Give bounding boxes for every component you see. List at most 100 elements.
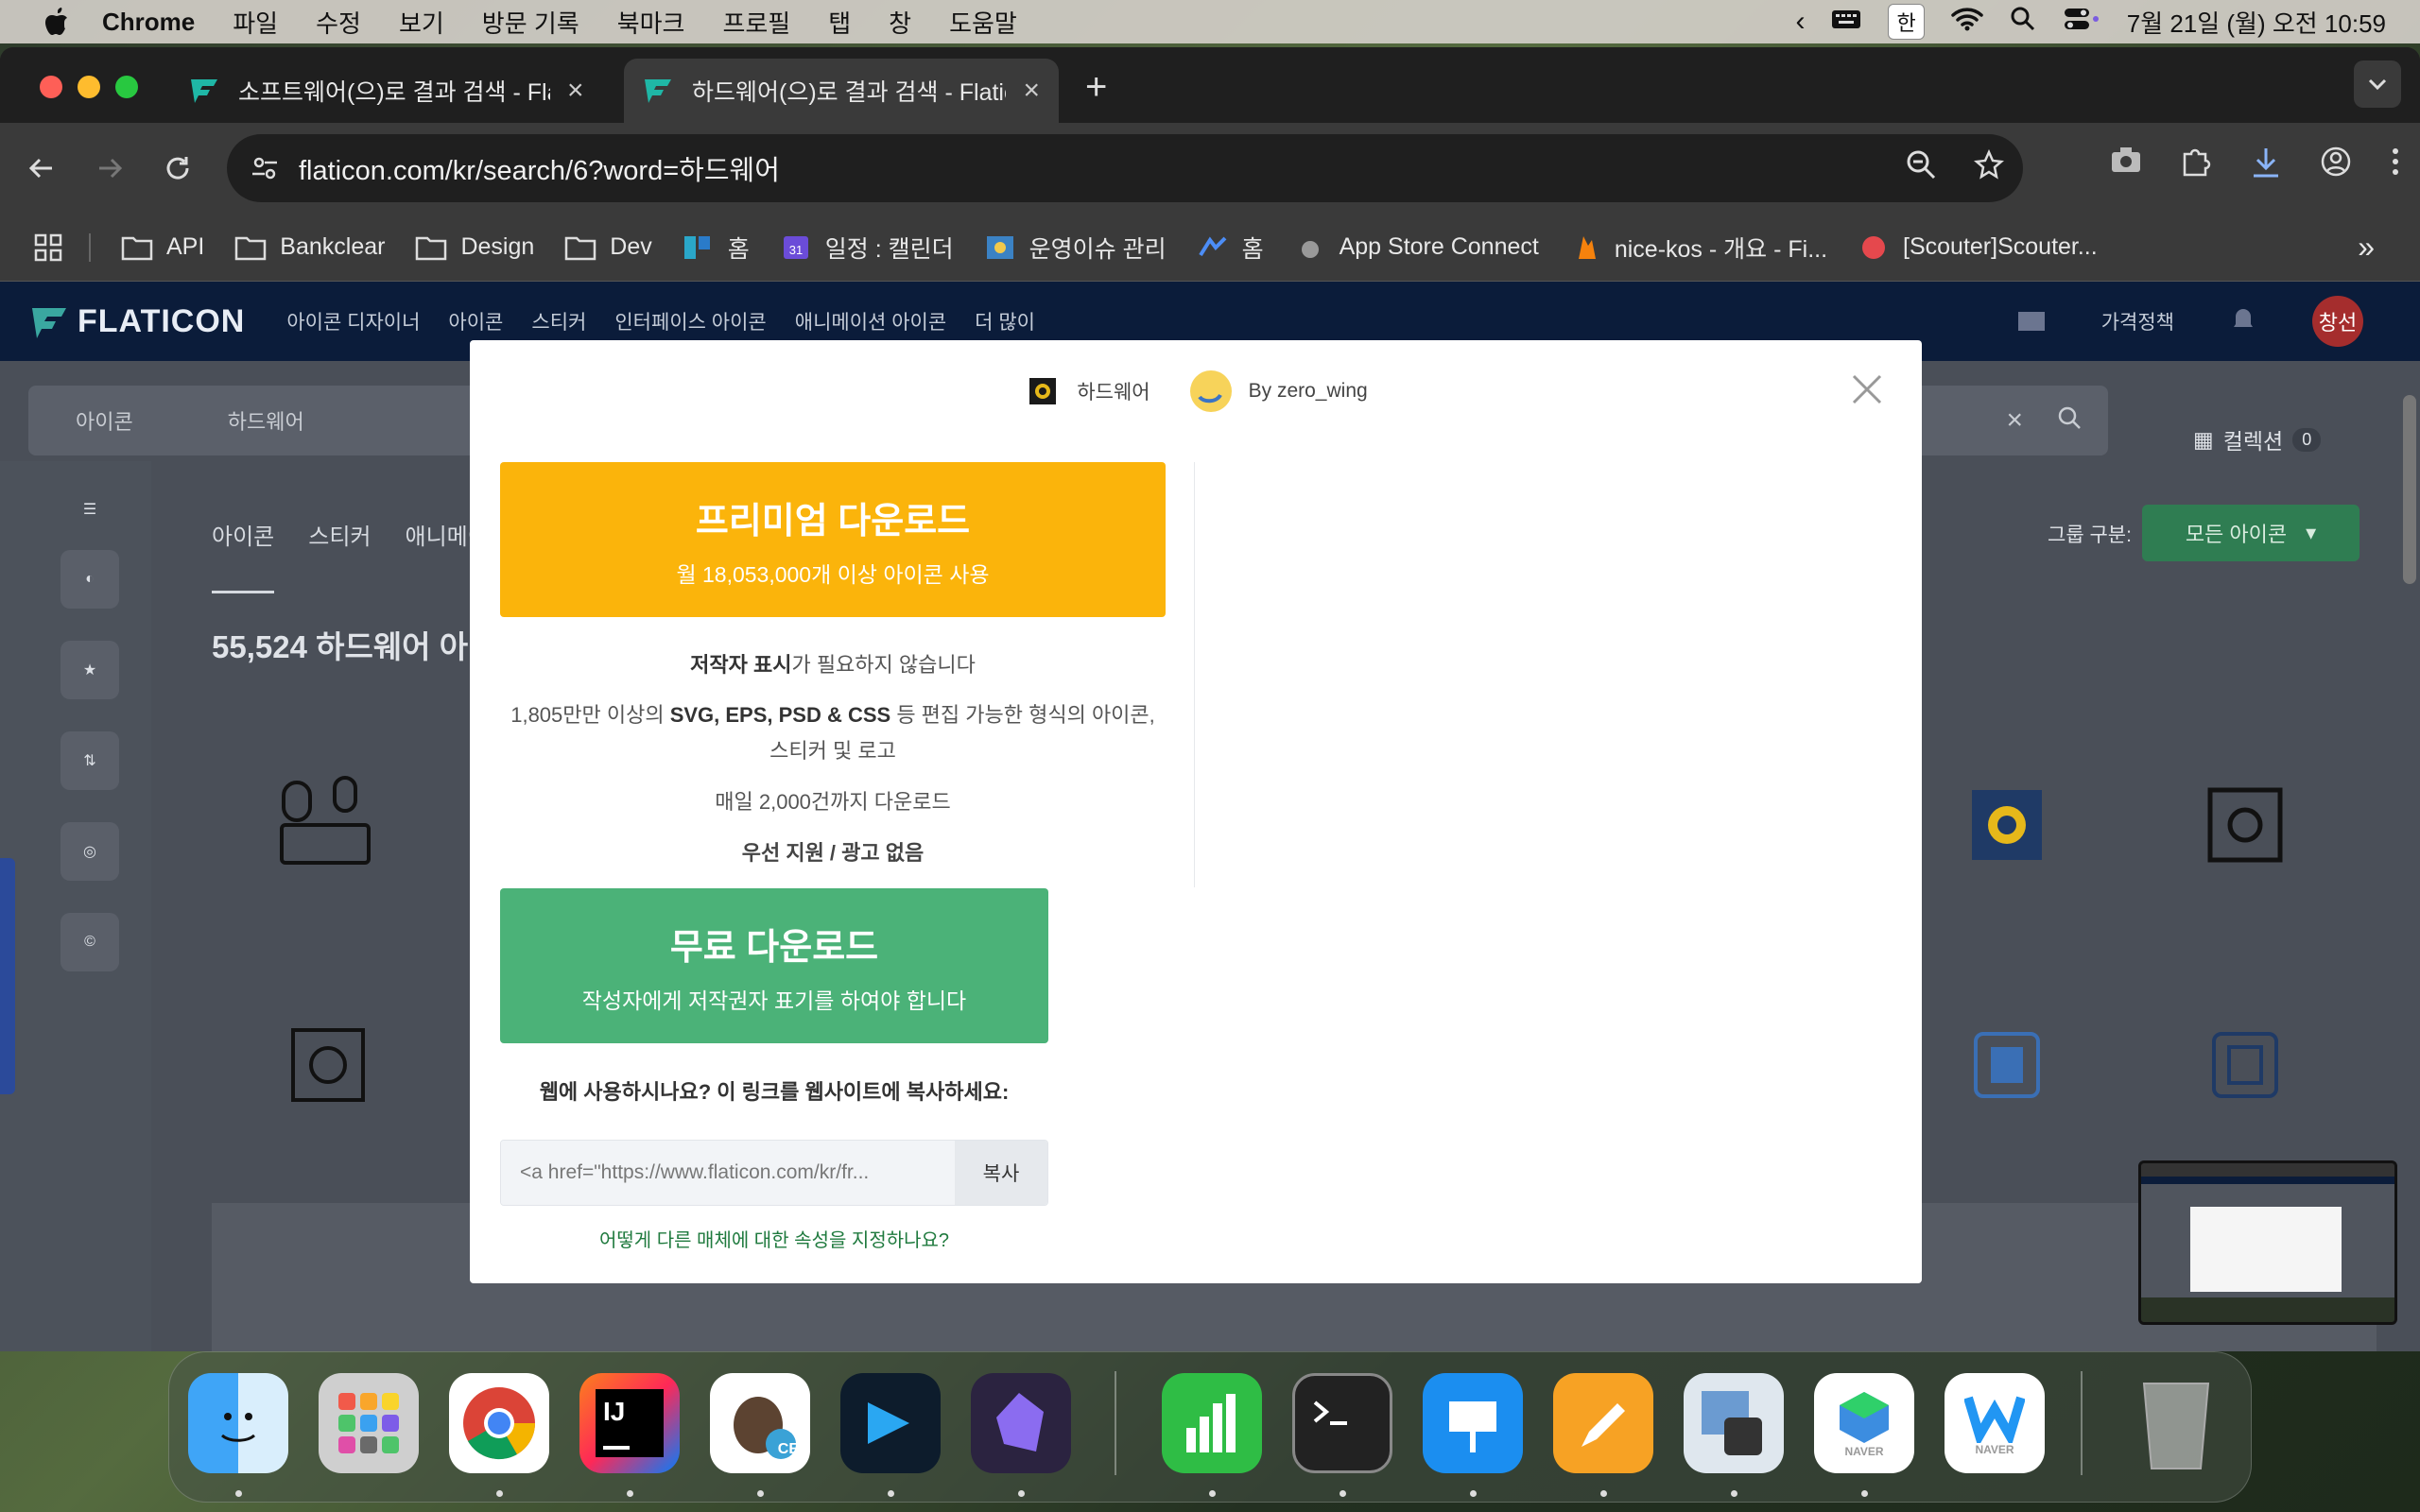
copy-button[interactable]: 복사	[955, 1141, 1047, 1205]
menu-profile[interactable]: 프로필	[722, 5, 790, 40]
bookmark-folder-api[interactable]: API	[121, 233, 204, 261]
license-icon[interactable]: ©	[60, 913, 119, 971]
all-icons-dropdown[interactable]: 모든 아이콘 ▾	[2142, 505, 2360, 561]
chrome-menu-icon[interactable]	[2390, 146, 2401, 184]
nav-interface-icons[interactable]: 인터페이스 아이콘	[614, 307, 766, 335]
close-window-button[interactable]	[40, 76, 62, 98]
bookmark-folder-bankclear[interactable]: Bankclear	[234, 233, 385, 261]
premium-download-button[interactable]: 프리미엄 다운로드 월 18,053,000개 이상 아이콘 사용	[500, 462, 1166, 617]
bookmark-star-icon[interactable]	[1974, 148, 2004, 187]
author-info[interactable]: By zero_wing	[1188, 369, 1368, 414]
naver-works-icon[interactable]: NAVER	[1945, 1373, 2045, 1473]
palette-icon[interactable]: ◐	[60, 550, 119, 609]
nav-more[interactable]: 더 많이	[975, 307, 1035, 335]
chip-file-icon[interactable]	[2193, 1013, 2297, 1117]
bookmark-calendar[interactable]: 31 일정 : 캘린더	[780, 231, 954, 265]
nav-icons[interactable]: 아이콘	[448, 307, 503, 335]
screenshot-camera-icon[interactable]	[2110, 146, 2142, 184]
collections-button[interactable]: ▦ 컬렉션 0	[2193, 423, 2322, 455]
tab-stickers[interactable]: 스티커	[308, 518, 371, 593]
keynote-icon[interactable]	[1423, 1373, 1523, 1473]
back-button[interactable]	[19, 146, 64, 191]
bookmark-app-store-connect[interactable]: App Store Connect	[1294, 233, 1539, 261]
reload-button[interactable]	[155, 146, 200, 191]
spotlight-search-icon[interactable]	[2010, 6, 2036, 39]
cpu-gear-icon[interactable]	[276, 1013, 380, 1117]
flaticon-logo[interactable]: FLATICON	[30, 303, 245, 340]
minimize-window-button[interactable]	[78, 76, 100, 98]
clear-search-icon[interactable]: ×	[2006, 404, 2023, 437]
cpu-chip-icon[interactable]	[1955, 773, 2059, 877]
chevron-left-icon[interactable]: ‹	[1795, 6, 1805, 38]
menu-window[interactable]: 창	[889, 5, 911, 40]
sort-icon[interactable]: ⇅	[60, 731, 119, 790]
chrome-icon[interactable]	[449, 1373, 549, 1473]
screenshot-thumbnail[interactable]	[2138, 1160, 2397, 1325]
nav-pricing[interactable]: 가격정책	[2101, 307, 2174, 335]
tab-icons[interactable]: 아이콘	[212, 518, 275, 593]
menu-file[interactable]: 파일	[233, 5, 278, 40]
menu-edit[interactable]: 수정	[316, 5, 361, 40]
filters-icon[interactable]: ☰	[60, 480, 119, 539]
naver-whale-icon[interactable]: NAVER	[1814, 1373, 1914, 1473]
bell-icon[interactable]	[2231, 305, 2256, 337]
cpu-settings-icon[interactable]	[2193, 773, 2297, 877]
free-download-button[interactable]: 무료 다운로드 작성자에게 저작권자 표기를 하여야 합니다	[500, 888, 1048, 1043]
keyboard-icon[interactable]	[1831, 8, 1861, 37]
wifi-icon[interactable]	[1950, 7, 1983, 38]
shape-icon[interactable]: ◎	[60, 822, 119, 881]
attribution-link-field[interactable]	[501, 1141, 955, 1205]
new-tab-button[interactable]: +	[1085, 66, 1107, 109]
chip-document-icon[interactable]	[1955, 1013, 2059, 1117]
profile-icon[interactable]	[2320, 146, 2352, 184]
prompt-icon[interactable]	[840, 1373, 941, 1473]
nav-animated-icons[interactable]: 애니메이션 아이콘	[795, 307, 946, 335]
preview-icon[interactable]	[1684, 1373, 1784, 1473]
menu-bookmarks[interactable]: 북마크	[617, 5, 685, 40]
bookmark-home-1[interactable]: 홈	[683, 231, 750, 265]
other-media-attribution-link[interactable]: 어떻게 다른 매체에 대한 속성을 지정하나요?	[500, 1225, 1048, 1252]
more-bookmarks-icon[interactable]: »	[2358, 230, 2375, 265]
search-icon[interactable]	[2057, 405, 2082, 436]
tab-hardware-search[interactable]: 하드웨어(으)로 결과 검색 - Flatic ×	[624, 59, 1059, 123]
apps-grid-icon[interactable]	[34, 233, 62, 262]
page-scrollbar[interactable]	[2403, 395, 2416, 584]
terminal-icon[interactable]	[1292, 1373, 1392, 1473]
pages-icon[interactable]	[1553, 1373, 1653, 1473]
dbeaver-icon[interactable]: CE	[710, 1373, 810, 1473]
tab-search-button[interactable]	[2354, 60, 2401, 108]
apple-icon[interactable]	[38, 3, 76, 41]
intellij-idea-icon[interactable]: IJ	[579, 1373, 680, 1473]
menu-history[interactable]: 방문 기록	[482, 5, 579, 40]
menu-tab[interactable]: 탭	[828, 5, 851, 40]
address-bar[interactable]: flaticon.com/kr/search/6?word=하드웨어	[227, 134, 2023, 202]
close-icon[interactable]	[1850, 372, 1884, 406]
mouse-keyboard-mic-icon[interactable]	[276, 773, 380, 877]
search-type-select[interactable]: 아이콘	[76, 405, 133, 436]
nav-stickers[interactable]: 스티커	[531, 307, 586, 335]
zoom-icon[interactable]	[1906, 149, 1936, 187]
launchpad-icon[interactable]	[319, 1373, 419, 1473]
bookmark-ops-issue[interactable]: 운영이슈 관리	[984, 231, 1167, 265]
site-settings-icon[interactable]	[246, 149, 284, 187]
avatar[interactable]: 창선	[2312, 296, 2363, 347]
close-tab-icon[interactable]: ×	[567, 75, 584, 107]
numbers-icon[interactable]	[1162, 1373, 1262, 1473]
finder-icon[interactable]	[188, 1373, 288, 1473]
menu-view[interactable]: 보기	[399, 5, 444, 40]
input-method-indicator[interactable]: 한	[1888, 4, 1925, 40]
trash-icon[interactable]	[2126, 1373, 2226, 1473]
style-icon[interactable]: ★	[60, 641, 119, 699]
menu-help[interactable]: 도움말	[949, 5, 1017, 40]
bookmark-home-2[interactable]: 홈	[1197, 231, 1264, 265]
icon-info[interactable]: 하드웨어	[1024, 372, 1150, 410]
bookmark-scouter[interactable]: [Scouter]Scouter...	[1858, 233, 2098, 261]
side-feedback-tab[interactable]	[0, 858, 15, 1094]
bookmark-nice-kos[interactable]: nice-kos - 개요 - Fi...	[1569, 231, 1827, 265]
nav-icon-designer[interactable]: 아이콘 디자이너	[286, 307, 420, 335]
forward-button[interactable]	[87, 146, 132, 191]
tab-software-search[interactable]: 소프트웨어(으)로 결과 검색 - Flati ×	[170, 59, 620, 123]
url-text[interactable]: flaticon.com/kr/search/6?word=하드웨어	[299, 148, 780, 188]
menubar-clock[interactable]: 7월 21일 (월) 오전 10:59	[2127, 5, 2386, 40]
bookmark-folder-design[interactable]: Design	[415, 233, 534, 261]
